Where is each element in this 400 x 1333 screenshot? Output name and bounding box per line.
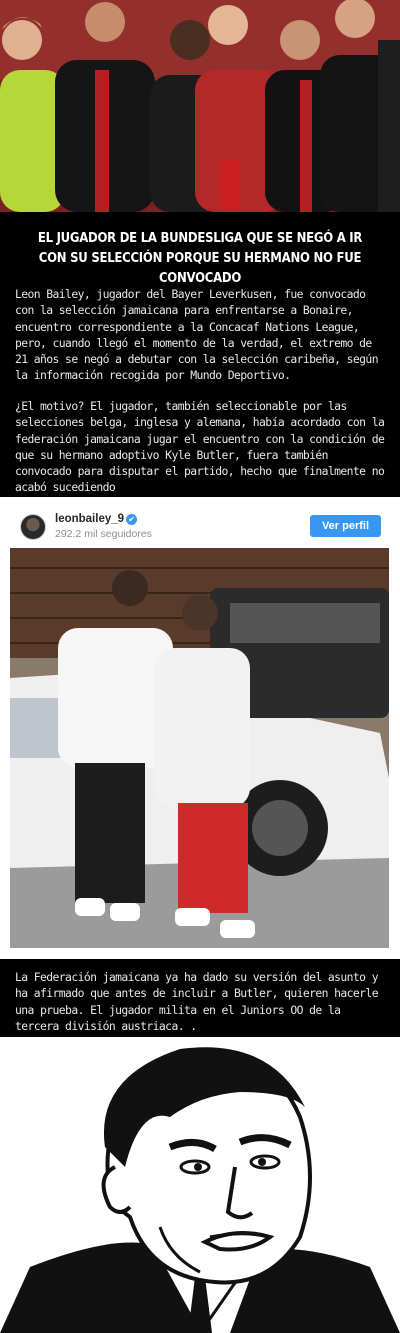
article-paragraph-1: Leon Bailey, jugador del Bayer Leverkuse… [15,287,379,383]
instagram-post-photo[interactable] [10,548,389,948]
profile-avatar[interactable] [20,514,46,540]
verified-badge-icon: ✔ [126,514,137,525]
meme-face-image [0,1037,400,1333]
article-paragraph-2: ¿El motivo? El jugador, también seleccio… [15,399,385,495]
view-profile-button[interactable]: Ver perfil [310,515,381,537]
follower-count: 292.2 mil seguidores [55,528,152,540]
brothers-photo-illustration [10,548,389,948]
seriously-face-illustration [0,1037,400,1333]
article-paragraph-3: La Federación jamaicana ya ha dado su ve… [15,970,379,1033]
profile-username[interactable]: leonbailey_9 [55,513,124,525]
team-photo [0,0,400,212]
team-photo-illustration [0,0,400,212]
article-headline: EL JUGADOR DE LA BUNDESLIGA QUE SE NEGÓ … [37,230,363,286]
